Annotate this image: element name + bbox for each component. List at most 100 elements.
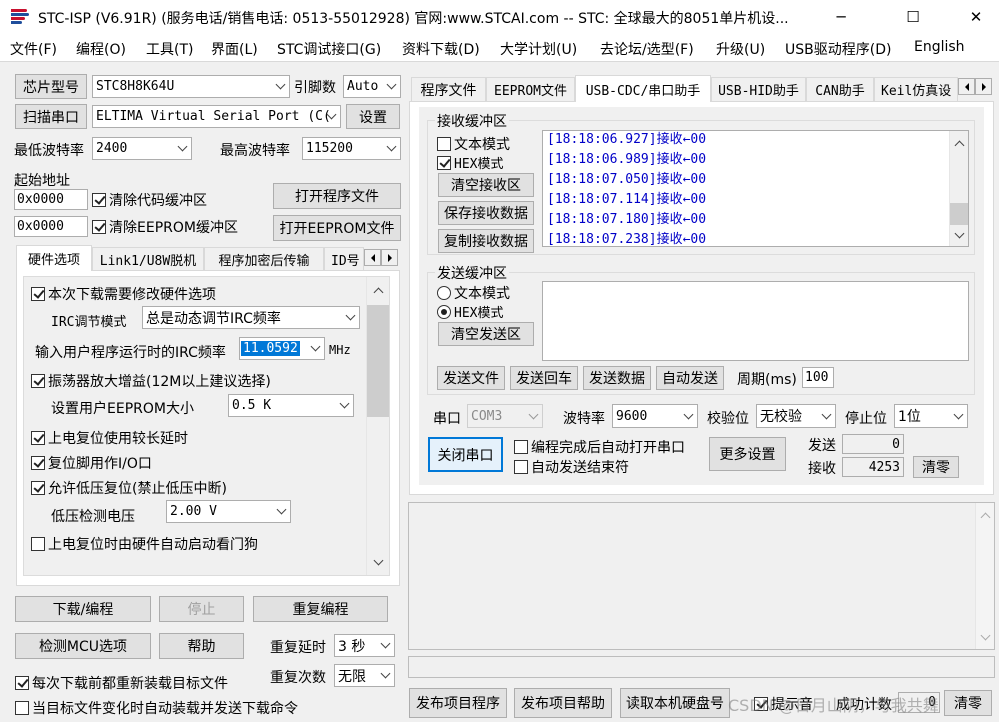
repeat-program-button[interactable]: 重复编程 xyxy=(253,596,388,622)
menu-debug-interface[interactable]: STC调试接口(G) xyxy=(277,39,381,59)
auto-send-button[interactable]: 自动发送 xyxy=(656,366,724,390)
copy-receive-button[interactable]: 复制接收数据 xyxy=(438,229,534,253)
clear-receive-button[interactable]: 清空接收区 xyxy=(438,173,534,197)
close-button[interactable]: ✕ xyxy=(953,0,999,34)
menu-interface[interactable]: 界面(L) xyxy=(211,39,258,59)
open-eeprom-file-button[interactable]: 打开EEPROM文件 xyxy=(273,215,401,241)
tab-link1-offline[interactable]: Link1/U8W脱机 xyxy=(92,247,204,271)
tab-keil-sim[interactable]: Keil仿真设 xyxy=(874,77,958,101)
options-scrollbar[interactable] xyxy=(366,277,389,575)
irc-mode-select[interactable]: 总是动态调节IRC频率 xyxy=(142,306,360,329)
modify-hardware-checkbox[interactable]: 本次下载需要修改硬件选项 xyxy=(31,284,216,304)
auto-send-terminator-checkbox[interactable]: 自动发送结束符 xyxy=(514,457,629,477)
eeprom-address-input[interactable]: 0x0000 xyxy=(14,216,88,237)
clear-counts-button[interactable]: 清零 xyxy=(913,456,959,478)
menu-university[interactable]: 大学计划(U) xyxy=(500,39,577,59)
scan-port-button[interactable]: 扫描串口 xyxy=(15,104,87,129)
scroll-up-icon[interactable] xyxy=(950,135,968,152)
close-port-button[interactable]: 关闭串口 xyxy=(428,437,503,472)
read-disk-id-button[interactable]: 读取本机硬盘号 xyxy=(620,688,730,718)
reload-target-checkbox[interactable]: 每次下载前都重新装载目标文件 xyxy=(15,673,228,693)
tab-program-file[interactable]: 程序文件 xyxy=(411,77,486,101)
auto-open-port-checkbox[interactable]: 编程完成后自动打开串口 xyxy=(514,437,685,457)
menu-tools[interactable]: 工具(T) xyxy=(146,39,193,59)
repeat-delay-select[interactable]: 3 秒 xyxy=(334,634,395,657)
rx-text-mode-checkbox[interactable]: 文本模式 xyxy=(437,134,510,154)
scroll-down-icon[interactable] xyxy=(367,554,389,571)
menu-program[interactable]: 编程(O) xyxy=(76,39,126,59)
port-settings-button[interactable]: 设置 xyxy=(346,104,400,129)
rx-hex-mode-checkbox[interactable]: HEX模式 xyxy=(437,153,503,172)
tab-hardware-options[interactable]: 硬件选项 xyxy=(16,245,92,271)
scroll-down-icon[interactable] xyxy=(950,227,968,244)
maximize-button[interactable]: ☐ xyxy=(890,0,936,34)
tab-id-number[interactable]: ID号 xyxy=(324,247,364,271)
scroll-up-icon[interactable] xyxy=(976,507,994,524)
tab-usb-hid[interactable]: USB-HID助手 xyxy=(711,77,806,101)
publish-program-button[interactable]: 发布项目程序 xyxy=(409,688,507,718)
clear-success-count-button[interactable]: 清零 xyxy=(944,690,992,716)
menu-upgrade[interactable]: 升级(U) xyxy=(716,39,765,59)
receive-log[interactable]: [18:18:06.927]接收←00 [18:18:06.989]接收←00 … xyxy=(542,130,969,247)
tab-scroll-right-icon[interactable] xyxy=(381,249,398,266)
reset-pin-io-checkbox[interactable]: 复位脚用作I/O口 xyxy=(31,453,152,473)
tab-scroll-right-icon[interactable] xyxy=(975,78,992,95)
eeprom-size-select[interactable]: 0.5 K xyxy=(228,394,354,417)
baud-rate-select[interactable]: 9600 xyxy=(612,404,698,428)
receive-log-scroll-thumb[interactable] xyxy=(950,203,968,225)
low-voltage-detect-select[interactable]: 2.00 V xyxy=(166,500,291,523)
detect-mcu-options-button[interactable]: 检测MCU选项 xyxy=(15,633,151,659)
menu-downloads[interactable]: 资料下载(D) xyxy=(402,39,480,59)
tab-usb-cdc-serial[interactable]: USB-CDC/串口助手 xyxy=(575,75,711,102)
port-select[interactable]: COM3 xyxy=(467,404,543,428)
send-data-button[interactable]: 发送数据 xyxy=(583,366,651,390)
send-input[interactable] xyxy=(542,281,969,361)
hardware-watchdog-checkbox[interactable]: 上电复位时由硬件自动启动看门狗 xyxy=(31,534,258,554)
output-log[interactable] xyxy=(408,502,995,650)
menu-forum[interactable]: 去论坛/选型(F) xyxy=(600,39,694,59)
send-file-button[interactable]: 发送文件 xyxy=(437,366,505,390)
download-program-button[interactable]: 下载/编程 xyxy=(15,596,151,622)
low-voltage-reset-checkbox[interactable]: 允许低压复位(禁止低压中断) xyxy=(31,478,227,498)
publish-help-button[interactable]: 发布项目帮助 xyxy=(514,688,612,718)
output-log-scrollbar[interactable] xyxy=(975,503,994,649)
stop-bits-select[interactable]: 1位 xyxy=(894,404,968,428)
chip-model-button[interactable]: 芯片型号 xyxy=(15,74,87,99)
options-scroll-thumb[interactable] xyxy=(367,305,389,417)
tab-encrypted-transfer[interactable]: 程序加密后传输 xyxy=(204,247,324,271)
irc-frequency-value[interactable]: 11.0592 xyxy=(241,341,300,356)
parity-select[interactable]: 无校验 xyxy=(756,404,836,428)
prompt-sound-checkbox[interactable]: 提示音 xyxy=(754,694,813,714)
clear-code-buffer-checkbox[interactable]: 清除代码缓冲区 xyxy=(92,190,207,210)
stop-button[interactable]: 停止 xyxy=(159,596,244,622)
help-button[interactable]: 帮助 xyxy=(159,633,244,659)
send-enter-button[interactable]: 发送回车 xyxy=(510,366,578,390)
auto-load-checkbox[interactable]: 当目标文件变化时自动装载并发送下载命令 xyxy=(15,698,298,718)
tab-scroll-left-icon[interactable] xyxy=(958,78,975,95)
long-reset-delay-checkbox[interactable]: 上电复位使用较长延时 xyxy=(31,428,188,448)
repeat-count-select[interactable]: 无限 xyxy=(334,664,395,687)
serial-port-select[interactable]: ELTIMA Virtual Serial Port (C( xyxy=(92,105,341,128)
tab-eeprom-file[interactable]: EEPROM文件 xyxy=(486,77,575,101)
menu-usb-driver[interactable]: USB驱动程序(D) xyxy=(785,39,891,59)
tab-can[interactable]: CAN助手 xyxy=(806,77,874,101)
max-baud-select[interactable]: 115200 xyxy=(302,137,401,160)
menu-english[interactable]: English xyxy=(914,39,965,55)
more-settings-button[interactable]: 更多设置 xyxy=(709,437,786,471)
open-program-file-button[interactable]: 打开程序文件 xyxy=(273,183,401,209)
save-receive-button[interactable]: 保存接收数据 xyxy=(438,201,534,225)
tx-text-mode-radio[interactable]: 文本模式 xyxy=(437,283,510,303)
min-baud-select[interactable]: 2400 xyxy=(92,137,192,160)
minimize-button[interactable]: ─ xyxy=(818,0,864,34)
tab-scroll-left-icon[interactable] xyxy=(364,249,381,266)
clear-send-button[interactable]: 清空发送区 xyxy=(438,322,534,346)
oscillator-gain-checkbox[interactable]: 振荡器放大增益(12M以上建议选择) xyxy=(31,371,271,391)
menu-file[interactable]: 文件(F) xyxy=(10,39,57,59)
scroll-up-icon[interactable] xyxy=(367,282,389,299)
code-address-input[interactable]: 0x0000 xyxy=(14,189,88,210)
period-input[interactable]: 100 xyxy=(802,367,834,388)
pin-count-select[interactable]: Auto xyxy=(343,75,401,98)
receive-log-scrollbar[interactable] xyxy=(949,131,968,246)
clear-eeprom-buffer-checkbox[interactable]: 清除EEPROM缓冲区 xyxy=(92,217,238,237)
chip-model-select[interactable]: STC8H8K64U xyxy=(92,75,290,98)
